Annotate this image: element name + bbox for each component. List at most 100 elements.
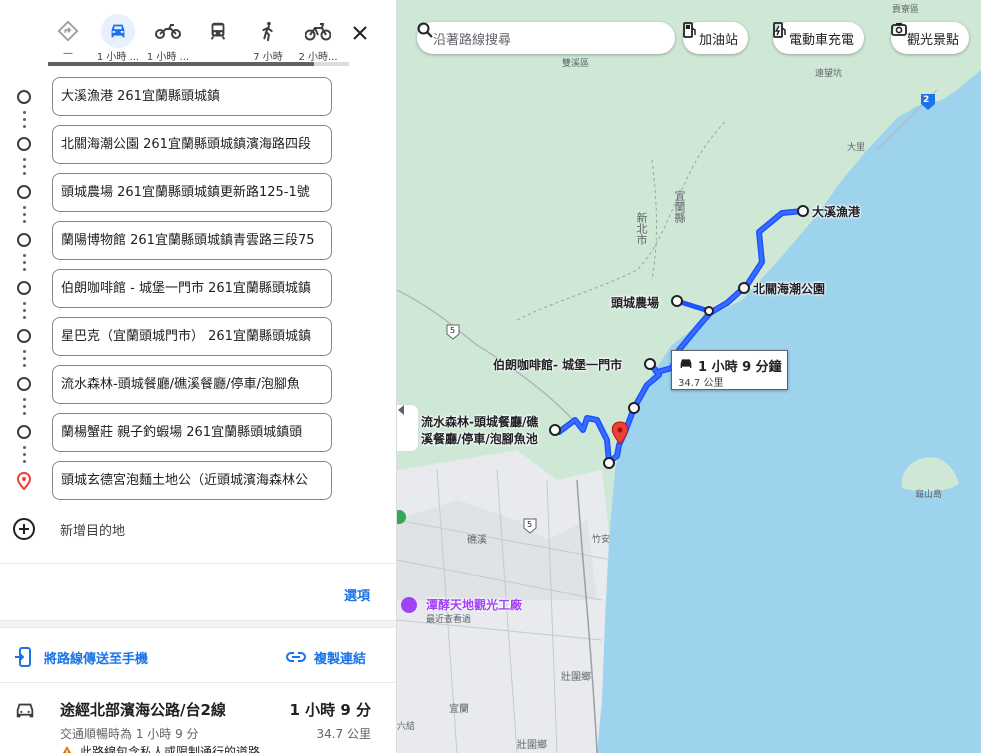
mode-bicycle-label: 2 小時... [298, 52, 338, 63]
chevron-left-icon [398, 405, 404, 415]
connector-dots-icon [23, 446, 26, 467]
connector-dots-icon [23, 158, 26, 179]
area-label: 礁溪 [467, 535, 487, 546]
chip-attractions[interactable]: 觀光景點 [891, 22, 970, 54]
map-place-label[interactable]: 頭城農場 [611, 294, 659, 311]
area-label: 貢寮區 [892, 5, 920, 15]
route-title: 途經北部濱海公路/台2線 [60, 701, 226, 719]
chip-gas-station[interactable]: 加油站 [683, 22, 749, 54]
route-duration-callout[interactable]: 1 小時 9 分鐘 34.7 公里 [671, 350, 788, 390]
mode-car[interactable]: 1 小時 ... [94, 14, 142, 63]
search-icon [417, 22, 433, 38]
stop-input-1[interactable]: 大溪漁港 261宜蘭縣頭城鎮 [52, 77, 332, 116]
route-distance-callout: 34.7 公里 [678, 378, 724, 389]
stop-input-6[interactable]: 星巴克（宜蘭頭城門市） 261宜蘭縣頭城鎮 [52, 317, 332, 356]
map-poi-sublabel: 最近查看過 [426, 615, 472, 625]
route-traffic-note: 交通順暢時為 1 小時 9 分 [60, 727, 199, 741]
destination-pin-icon [16, 471, 32, 494]
stop-input-4[interactable]: 蘭陽博物館 261宜蘭縣頭城鎮青雲路三段75 [52, 221, 332, 260]
connector-dots-icon [23, 350, 26, 371]
map-place-label[interactable]: 北關海潮公園 [753, 280, 825, 297]
connector-dots-icon [23, 254, 26, 275]
road-shield-5a: 5 [450, 326, 456, 335]
mode-walk-label: 7 小時 [253, 52, 283, 63]
add-destination-label: 新增目的地 [60, 524, 126, 539]
chip-ev-charging[interactable]: 電動車充電 [773, 22, 865, 54]
area-label: 宜蘭縣 [673, 190, 686, 223]
area-label: 壯圍鄉 [517, 740, 547, 751]
stop-dot-icon [17, 281, 31, 295]
copy-link-label: 複製連結 [314, 651, 367, 667]
area-label: 六結 [397, 722, 416, 732]
travel-mode-bar: — 1 小時 ... 1 小時 ... 7 小時 2 小時... [0, 0, 396, 70]
connector-dots-icon [23, 398, 26, 419]
road-shield-2: 2 [923, 95, 930, 105]
car-icon [14, 701, 36, 725]
connector-dots-icon [23, 111, 26, 132]
close-icon [353, 26, 367, 40]
stop-input-3[interactable]: 頭城農場 261宜蘭縣頭城鎮更新路125-1號 [52, 173, 332, 212]
car-icon [101, 14, 135, 48]
mode-motorcycle[interactable]: 1 小時 ... [144, 14, 192, 63]
stop-dot-icon [17, 90, 31, 104]
chip-label: 電動車充電 [789, 32, 855, 48]
mode-bicycle[interactable]: 2 小時... [294, 14, 342, 63]
route-warning-text: 此路線包含私人或限制通行的道路 [80, 745, 261, 753]
stop-dot-icon [17, 377, 31, 391]
stop-dot-icon [17, 185, 31, 199]
bicycle-icon [294, 14, 342, 48]
close-directions-button[interactable] [347, 20, 373, 46]
directions-panel: — 1 小時 ... 1 小時 ... 7 小時 2 小時... 大溪漁港 26… [0, 0, 397, 753]
stop-dot-icon [17, 233, 31, 247]
link-icon [286, 652, 306, 662]
route-option-card[interactable]: 途經北部濱海公路/台2線 1 小時 9 分 交通順暢時為 1 小時 9 分 34… [0, 683, 396, 753]
stop-input-5[interactable]: 伯朗咖啡館 - 城堡一門市 261宜蘭縣頭城鎮 [52, 269, 332, 308]
search-along-route-input[interactable]: 沿著路線搜尋 [417, 22, 675, 54]
mode-best[interactable]: — [44, 14, 92, 59]
collapse-panel-button[interactable] [397, 404, 419, 452]
area-label: 大里 [847, 143, 866, 153]
motorcycle-icon [144, 14, 192, 48]
stop-input-2[interactable]: 北關海潮公園 261宜蘭縣頭城鎮濱海路四段 [52, 125, 332, 164]
chip-label: 觀光景點 [907, 32, 960, 48]
mode-indicator [48, 62, 314, 66]
area-label: 竹安 [592, 535, 611, 545]
map-place-label[interactable]: 大溪漁港 [812, 203, 860, 220]
map-place-label[interactable]: 流水森林-頭城餐廳/礁 [421, 413, 538, 430]
area-label: 宜蘭 [449, 704, 469, 715]
mode-transit[interactable] [194, 14, 242, 48]
mode-motorcycle-label: 1 小時 ... [146, 52, 190, 63]
map-place-label[interactable]: 溪餐廳/停車/泡腳魚池 [421, 430, 538, 447]
options-button[interactable]: 選項 [344, 585, 370, 604]
stop-input-destination[interactable]: 頭城玄德宮泡麵土地公（近頭城濱海森林公 [52, 461, 332, 500]
divider [0, 563, 396, 564]
add-circle-icon [13, 518, 35, 540]
diamond-turn-icon [44, 14, 92, 48]
chip-label: 加油站 [699, 32, 739, 48]
connector-dots-icon [23, 302, 26, 323]
search-placeholder: 沿著路線搜尋 [433, 32, 512, 48]
road-shield-5b: 5 [527, 520, 533, 529]
copy-link-button[interactable]: 複製連結 [286, 645, 366, 669]
walk-icon [244, 14, 292, 48]
connector-dots-icon [23, 206, 26, 227]
camera-icon [891, 23, 907, 36]
area-label: 壯圍鄉 [561, 672, 591, 683]
stop-input-7[interactable]: 流水森林-頭城餐廳/礁溪餐廳/停車/泡腳魚 [52, 365, 332, 404]
mode-walk[interactable]: 7 小時 [244, 14, 292, 63]
area-label: 遠望坑 [815, 69, 843, 79]
stop-input-8[interactable]: 蘭楊蟹莊 親子釣蝦場 261宜蘭縣頭城鎮頭 [52, 413, 332, 452]
map-place-label[interactable]: 伯朗咖啡館- 城堡一門市 [493, 356, 622, 373]
map-view[interactable]: 2 5 5 貢寮區 雙溪區 遠望坑 大里 宜蘭縣 新北市 礁溪 竹安 壯圍鄉 壯… [397, 0, 981, 753]
send-to-phone-button[interactable]: 將路線傳送至手機 [14, 645, 148, 669]
add-destination-button[interactable]: 新增目的地 [12, 514, 272, 544]
map-poi-label[interactable]: 潭酵天地觀光工廠 [426, 596, 522, 613]
ev-charging-icon [773, 22, 786, 38]
car-icon [680, 359, 692, 368]
area-label: 雙溪區 [562, 59, 590, 69]
warning-icon [62, 745, 72, 753]
area-label: 龜山島 [915, 490, 943, 500]
stop-dot-icon [17, 329, 31, 343]
train-icon [194, 14, 242, 48]
send-to-phone-label: 將路線傳送至手機 [44, 651, 149, 667]
